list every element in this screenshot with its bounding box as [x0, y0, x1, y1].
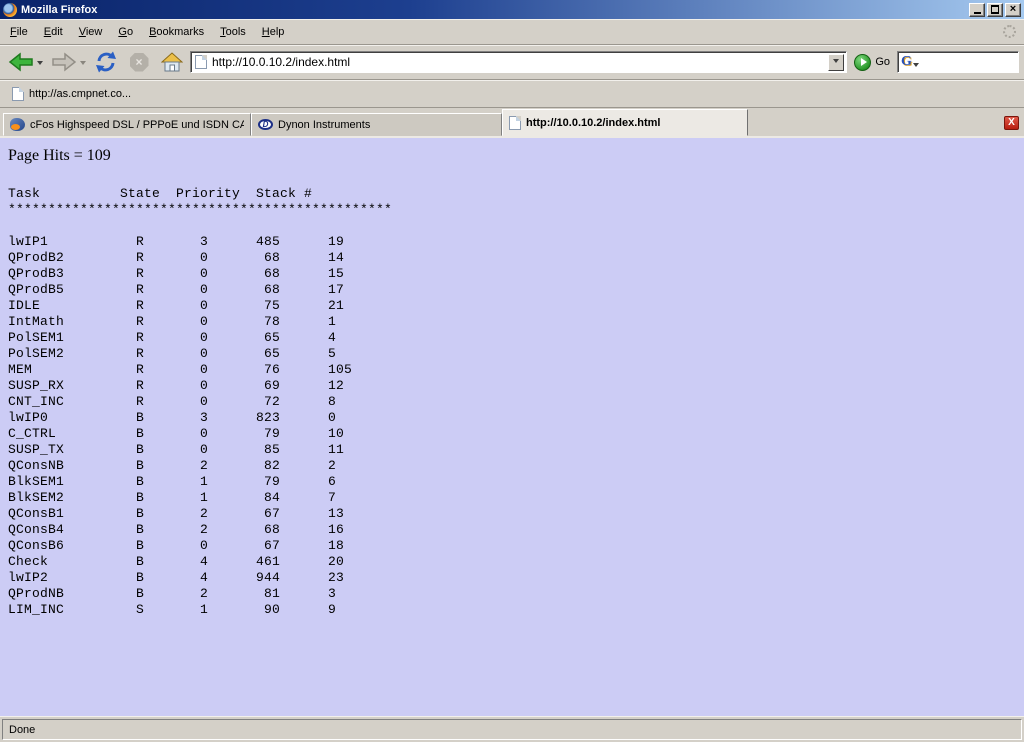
- tab-label: Dynon Instruments: [278, 119, 370, 131]
- page-content: Page Hits = 109 Task State Priority Stac…: [0, 138, 1024, 716]
- bookmarks-toolbar: http://as.cmpnet.co...: [0, 80, 1024, 108]
- minimize-button[interactable]: [969, 3, 985, 17]
- reload-icon: [95, 51, 117, 73]
- cfos-icon: [10, 118, 25, 131]
- chevron-down-icon: [833, 59, 839, 66]
- close-tab-button[interactable]: X: [1004, 116, 1019, 130]
- back-button[interactable]: [5, 50, 45, 74]
- bookmark-item[interactable]: http://as.cmpnet.co...: [8, 85, 135, 103]
- tab-bar: cFos Highspeed DSL / PPPoE und ISDN CAP.…: [0, 108, 1024, 138]
- url-input[interactable]: [212, 54, 823, 70]
- stop-icon: ×: [130, 53, 149, 72]
- go-label: Go: [875, 56, 890, 68]
- window-title: Mozilla Firefox: [21, 4, 97, 16]
- task-table: Task State Priority Stack # ************…: [8, 186, 1016, 618]
- tab-3[interactable]: http://10.0.10.2/index.html: [502, 109, 748, 136]
- page-hits-text: Page Hits = 109: [8, 147, 1016, 165]
- menu-bar: FileEditViewGoBookmarksToolsHelp: [0, 19, 1024, 45]
- status-panel: Done: [2, 719, 1022, 740]
- restore-button[interactable]: [987, 3, 1003, 17]
- go-icon: [854, 54, 871, 71]
- tab-label: http://10.0.10.2/index.html: [526, 117, 660, 129]
- menu-item-help[interactable]: Help: [254, 22, 293, 42]
- search-input[interactable]: G: [897, 51, 1019, 73]
- forward-dropdown-icon[interactable]: [80, 61, 86, 68]
- dynon-icon: D: [258, 119, 273, 130]
- tab-1[interactable]: cFos Highspeed DSL / PPPoE und ISDN CAP.…: [3, 113, 251, 136]
- home-button[interactable]: [157, 50, 187, 74]
- reload-button[interactable]: [91, 49, 121, 75]
- url-bar[interactable]: [190, 51, 847, 73]
- back-arrow-icon: [7, 52, 35, 72]
- close-button[interactable]: ×: [1005, 3, 1021, 17]
- back-dropdown-icon[interactable]: [37, 61, 43, 68]
- menu-item-go[interactable]: Go: [110, 22, 141, 42]
- menu-item-tools[interactable]: Tools: [212, 22, 254, 42]
- firefox-icon: [3, 3, 17, 17]
- url-dropdown-button[interactable]: [828, 54, 844, 71]
- restore-icon: [991, 6, 999, 13]
- page-icon: [195, 55, 207, 69]
- menu-item-edit[interactable]: Edit: [36, 22, 71, 42]
- throbber-icon: [1003, 25, 1016, 38]
- stop-button[interactable]: ×: [124, 51, 154, 74]
- menu-item-view[interactable]: View: [71, 22, 111, 42]
- menu-item-file[interactable]: File: [2, 22, 36, 42]
- minimize-icon: [974, 12, 981, 14]
- page-icon: [509, 116, 521, 130]
- tab-2[interactable]: D Dynon Instruments: [251, 113, 502, 136]
- status-bar: Done: [0, 716, 1024, 742]
- status-text: Done: [9, 724, 35, 736]
- forward-arrow-icon: [50, 52, 78, 72]
- title-bar: Mozilla Firefox ×: [0, 0, 1024, 19]
- bookmark-page-icon: [12, 87, 24, 101]
- menu-item-bookmarks[interactable]: Bookmarks: [141, 22, 212, 42]
- tab-label: cFos Highspeed DSL / PPPoE und ISDN CAP.…: [30, 119, 244, 131]
- go-button[interactable]: Go: [850, 54, 894, 71]
- google-icon: G: [901, 54, 912, 70]
- home-icon: [161, 52, 183, 72]
- close-icon: ×: [1010, 4, 1016, 15]
- search-engine-dropdown-icon[interactable]: [913, 63, 919, 70]
- forward-button[interactable]: [48, 50, 88, 74]
- navigation-toolbar: × Go G: [0, 45, 1024, 80]
- bookmark-label: http://as.cmpnet.co...: [29, 88, 131, 100]
